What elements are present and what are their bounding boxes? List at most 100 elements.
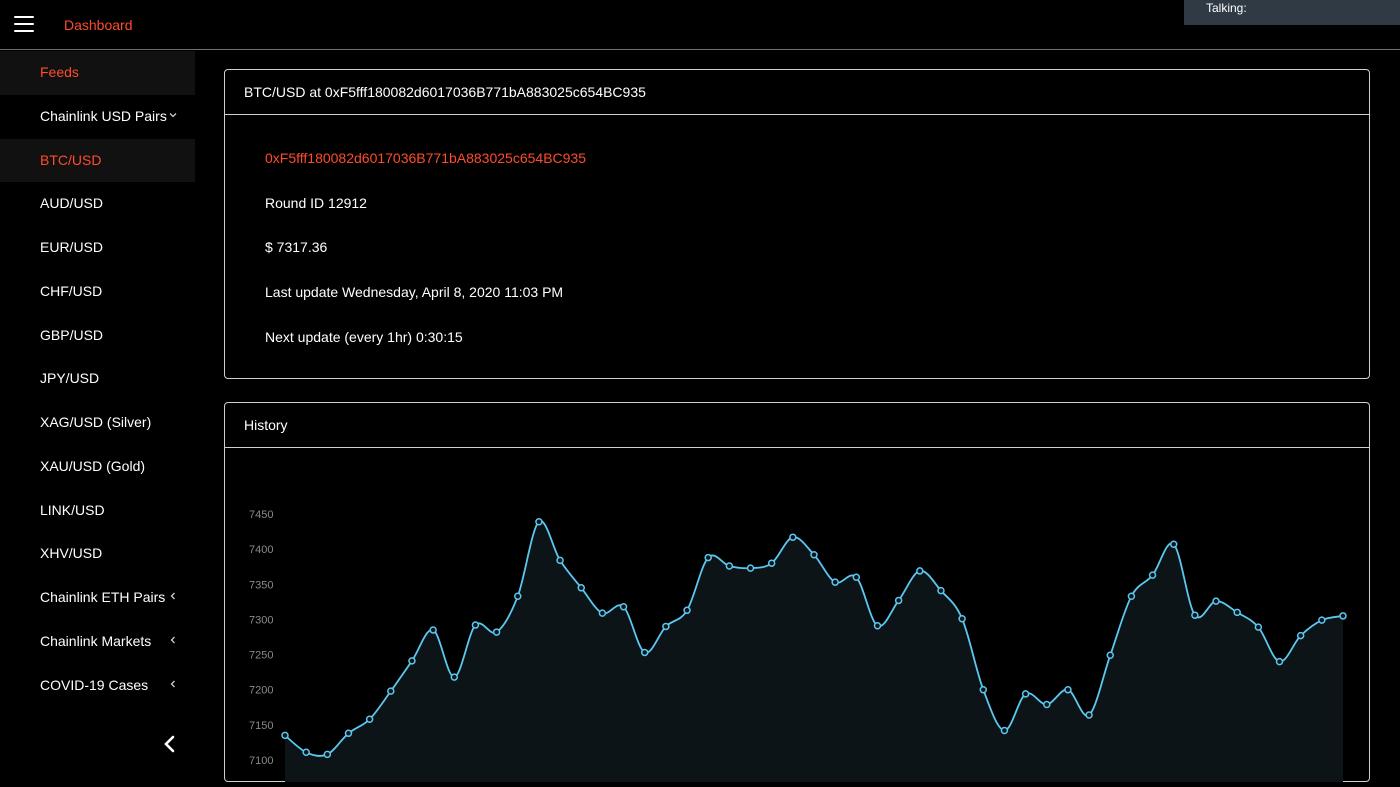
history-data-point[interactable] <box>387 687 395 695</box>
sidebar-item-label: GBP/USD <box>40 326 104 343</box>
history-data-point[interactable] <box>1085 711 1093 719</box>
history-data-point[interactable] <box>810 551 818 559</box>
y-tick-label: 7400 <box>249 544 273 556</box>
history-data-point[interactable] <box>1212 597 1220 605</box>
sidebar-item-label: EUR/USD <box>40 239 104 255</box>
history-data-point[interactable] <box>365 715 374 723</box>
history-data-point[interactable] <box>979 685 988 694</box>
sidebar-item-chf-usd[interactable]: CHF/USD <box>0 270 195 314</box>
sidebar-item-gbp-usd[interactable]: GBP/USD <box>0 314 195 358</box>
history-data-point[interactable] <box>1106 651 1114 660</box>
history-data-point[interactable] <box>1169 540 1178 548</box>
chevron-down-icon <box>169 95 177 139</box>
history-card: History 7100 7150 7200 7250 7300 7350 7400 7450 <box>224 402 1370 782</box>
sidebar-item-covid-19-cases[interactable]: COVID-19 Cases <box>0 664 195 708</box>
history-data-point[interactable] <box>916 567 924 575</box>
history-chart: 7100 7150 7200 7250 7300 7350 7400 7450 <box>249 509 1347 782</box>
history-data-point[interactable] <box>1254 623 1263 631</box>
sidebar-item-label: XHV/USD <box>40 545 103 562</box>
round-id: Round ID 12912 <box>265 194 367 211</box>
last-update: Last update Wednesday, April 8, 2020 11:… <box>265 284 564 301</box>
history-data-point[interactable] <box>1339 612 1347 620</box>
sidebar-item-label: Chainlink USD Pairs <box>40 107 167 124</box>
history-data-point[interactable] <box>1233 608 1241 617</box>
hamburger-menu-icon[interactable] <box>14 16 34 32</box>
sidebar-item-xag-usd-silver[interactable]: XAG/USD (Silver) <box>0 401 195 445</box>
history-data-point[interactable] <box>683 606 691 615</box>
history-data-point[interactable] <box>640 648 649 657</box>
history-data-point[interactable] <box>831 578 839 586</box>
history-data-point[interactable] <box>556 556 564 565</box>
sidebar-item-chainlink-eth-pairs[interactable]: Chainlink ETH Pairs <box>0 576 195 620</box>
history-data-point[interactable] <box>873 622 882 630</box>
history-card-title: History <box>225 403 1369 448</box>
history-data-point[interactable] <box>1296 631 1305 640</box>
chevron-left-icon <box>169 664 177 708</box>
sidebar-item-xau-usd-gold[interactable]: XAU/USD (Gold) <box>0 445 195 489</box>
sidebar-item-xhv-usd[interactable]: XHV/USD <box>0 532 195 576</box>
history-data-point[interactable] <box>429 626 437 634</box>
history-data-point[interactable] <box>535 517 543 526</box>
sidebar-item-eur-usd[interactable]: EUR/USD <box>0 226 195 270</box>
sidebar: Feeds Chainlink USD Pairs BTC/USD AUD/USD EU… <box>0 51 195 763</box>
collapse-sidebar-chevron-left-icon[interactable] <box>160 734 180 754</box>
history-data-point[interactable] <box>894 596 903 605</box>
y-tick-label: 7200 <box>249 685 273 697</box>
history-data-point[interactable] <box>302 748 310 757</box>
history-data-point[interactable] <box>852 573 861 582</box>
history-data-point[interactable] <box>1021 690 1030 698</box>
sidebar-item-label: Chainlink Markets <box>40 632 152 649</box>
sidebar-item-label: CHF/USD <box>40 282 103 299</box>
sidebar-item-chainlink-markets[interactable]: Chainlink Markets <box>0 620 195 664</box>
y-tick-label: 7350 <box>249 579 273 591</box>
y-tick-label: 7300 <box>249 614 273 626</box>
history-data-point[interactable] <box>344 729 353 738</box>
next-update: Next update (every 1hr) 0:30:15 <box>265 328 463 345</box>
sidebar-item-label: COVID-19 Cases <box>40 676 149 693</box>
history-data-point[interactable] <box>408 657 416 665</box>
chevron-left-icon <box>169 620 177 664</box>
sidebar-item-aud-usd[interactable]: AUD/USD <box>0 182 195 226</box>
history-data-point[interactable] <box>1064 685 1072 694</box>
y-tick-label: 7100 <box>249 755 273 767</box>
talking-indicator: Talking: <box>1184 0 1400 25</box>
history-data-point[interactable] <box>1275 657 1284 666</box>
history-data-point[interactable] <box>1000 726 1009 735</box>
history-data-point[interactable] <box>577 584 585 592</box>
history-data-point[interactable] <box>450 673 459 681</box>
history-data-point[interactable] <box>1043 700 1051 709</box>
history-data-point[interactable] <box>958 614 966 623</box>
feed-card-title: BTC/USD at 0xF5fff180082d6017036B771bA88… <box>225 70 1369 115</box>
dashboard-link[interactable]: Dashboard <box>64 17 133 33</box>
sidebar-item-label: JPY/USD <box>40 370 100 387</box>
history-data-point[interactable] <box>725 562 734 570</box>
sidebar-item-btc-usd[interactable]: BTC/USD <box>0 138 195 183</box>
y-tick-label: 7250 <box>249 650 273 662</box>
history-data-point[interactable] <box>704 553 712 562</box>
history-data-point[interactable] <box>789 533 797 541</box>
history-data-point[interactable] <box>514 592 522 600</box>
sidebar-item-label: Feeds <box>40 64 79 80</box>
sidebar-item-label: LINK/USD <box>40 501 105 518</box>
history-data-point[interactable] <box>662 622 670 631</box>
history-data-point[interactable] <box>1191 611 1199 619</box>
history-data-point[interactable] <box>492 628 501 636</box>
history-data-point[interactable] <box>1148 571 1157 579</box>
history-data-point[interactable] <box>937 586 945 595</box>
history-data-point[interactable] <box>471 621 480 629</box>
history-data-point[interactable] <box>619 603 628 611</box>
sidebar-item-jpy-usd[interactable]: JPY/USD <box>0 357 195 401</box>
history-data-point[interactable] <box>281 731 289 740</box>
contract-address-link[interactable]: 0xF5fff180082d6017036B771bA883025c654BC9… <box>265 150 586 166</box>
history-area-fill <box>285 521 1343 782</box>
history-data-point[interactable] <box>323 750 332 759</box>
sidebar-item-link-usd[interactable]: LINK/USD <box>0 489 195 533</box>
sidebar-item-feeds[interactable]: Feeds <box>0 51 195 95</box>
history-data-point[interactable] <box>1127 592 1136 600</box>
history-data-point[interactable] <box>598 609 607 617</box>
history-data-point[interactable] <box>746 564 755 572</box>
chevron-left-icon <box>169 576 177 620</box>
history-data-point[interactable] <box>767 559 776 567</box>
history-data-point[interactable] <box>1318 616 1326 624</box>
sidebar-item-chainlink-usd-pairs[interactable]: Chainlink USD Pairs <box>0 95 195 139</box>
